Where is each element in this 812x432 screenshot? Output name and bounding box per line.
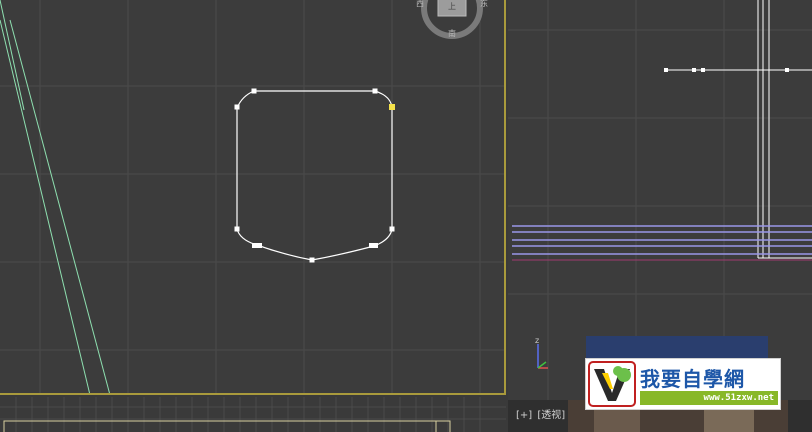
viewcube-face-label: 上 bbox=[448, 2, 456, 11]
viewcube-west-label[interactable]: 西 bbox=[416, 0, 424, 8]
spline-vertex[interactable] bbox=[309, 257, 315, 263]
spline-vertex-selected[interactable] bbox=[389, 104, 395, 110]
viewport-menu-shading[interactable]: [真 bbox=[570, 410, 584, 421]
right-viewport[interactable]: z bbox=[508, 0, 812, 400]
viewcube-east-label[interactable]: 东 bbox=[480, 0, 488, 8]
spline-vertex[interactable] bbox=[372, 88, 378, 94]
watermark-logo: 我要自學網 www.51zxw.net bbox=[585, 358, 781, 410]
viewport-menu-view[interactable]: [透视] bbox=[537, 410, 565, 421]
top-viewport-canvas[interactable]: 上 南 西 东 bbox=[0, 0, 506, 395]
spline-vertices[interactable] bbox=[234, 88, 396, 263]
spline-vertex[interactable] bbox=[234, 104, 240, 110]
spline-vertex[interactable] bbox=[692, 68, 696, 72]
right-viewport-canvas[interactable]: z bbox=[508, 0, 812, 400]
watermark-title: 我要自學網 bbox=[640, 367, 745, 391]
guide-line-3 bbox=[0, 0, 25, 111]
guide-line-1 bbox=[0, 19, 91, 393]
grid bbox=[0, 397, 506, 432]
guide-lines bbox=[512, 225, 812, 255]
bottom-outline-shape[interactable] bbox=[3, 420, 451, 432]
spline-vertex[interactable] bbox=[369, 243, 378, 248]
axis-gizmo: z bbox=[535, 336, 548, 369]
top-viewport[interactable]: 上 南 西 东 bbox=[0, 0, 506, 395]
viewport-label: [+] [透视] [真 bbox=[516, 406, 586, 421]
spline-vertex[interactable] bbox=[785, 68, 789, 72]
axis-z-label: z bbox=[535, 336, 539, 345]
viewcube[interactable]: 上 南 西 东 bbox=[416, 0, 488, 39]
bottom-left-viewport-canvas[interactable] bbox=[0, 397, 506, 432]
spline-vertex[interactable] bbox=[252, 243, 262, 248]
bottom-left-viewport[interactable] bbox=[0, 397, 506, 432]
watermark-url: www.51zxw.net bbox=[640, 391, 778, 405]
spline-vertex[interactable] bbox=[701, 68, 705, 72]
viewport-menu-plus[interactable]: [+] bbox=[516, 410, 532, 421]
spline-vertex[interactable] bbox=[389, 226, 395, 232]
spline-vertex[interactable] bbox=[664, 68, 668, 72]
spline-shape[interactable] bbox=[236, 90, 393, 261]
viewcube-south-label[interactable]: 南 bbox=[448, 28, 456, 38]
spline-vertex[interactable] bbox=[234, 226, 240, 232]
logo-mark-icon bbox=[588, 361, 636, 407]
guide-line-2 bbox=[9, 19, 110, 393]
spline-vertex[interactable] bbox=[251, 88, 257, 94]
